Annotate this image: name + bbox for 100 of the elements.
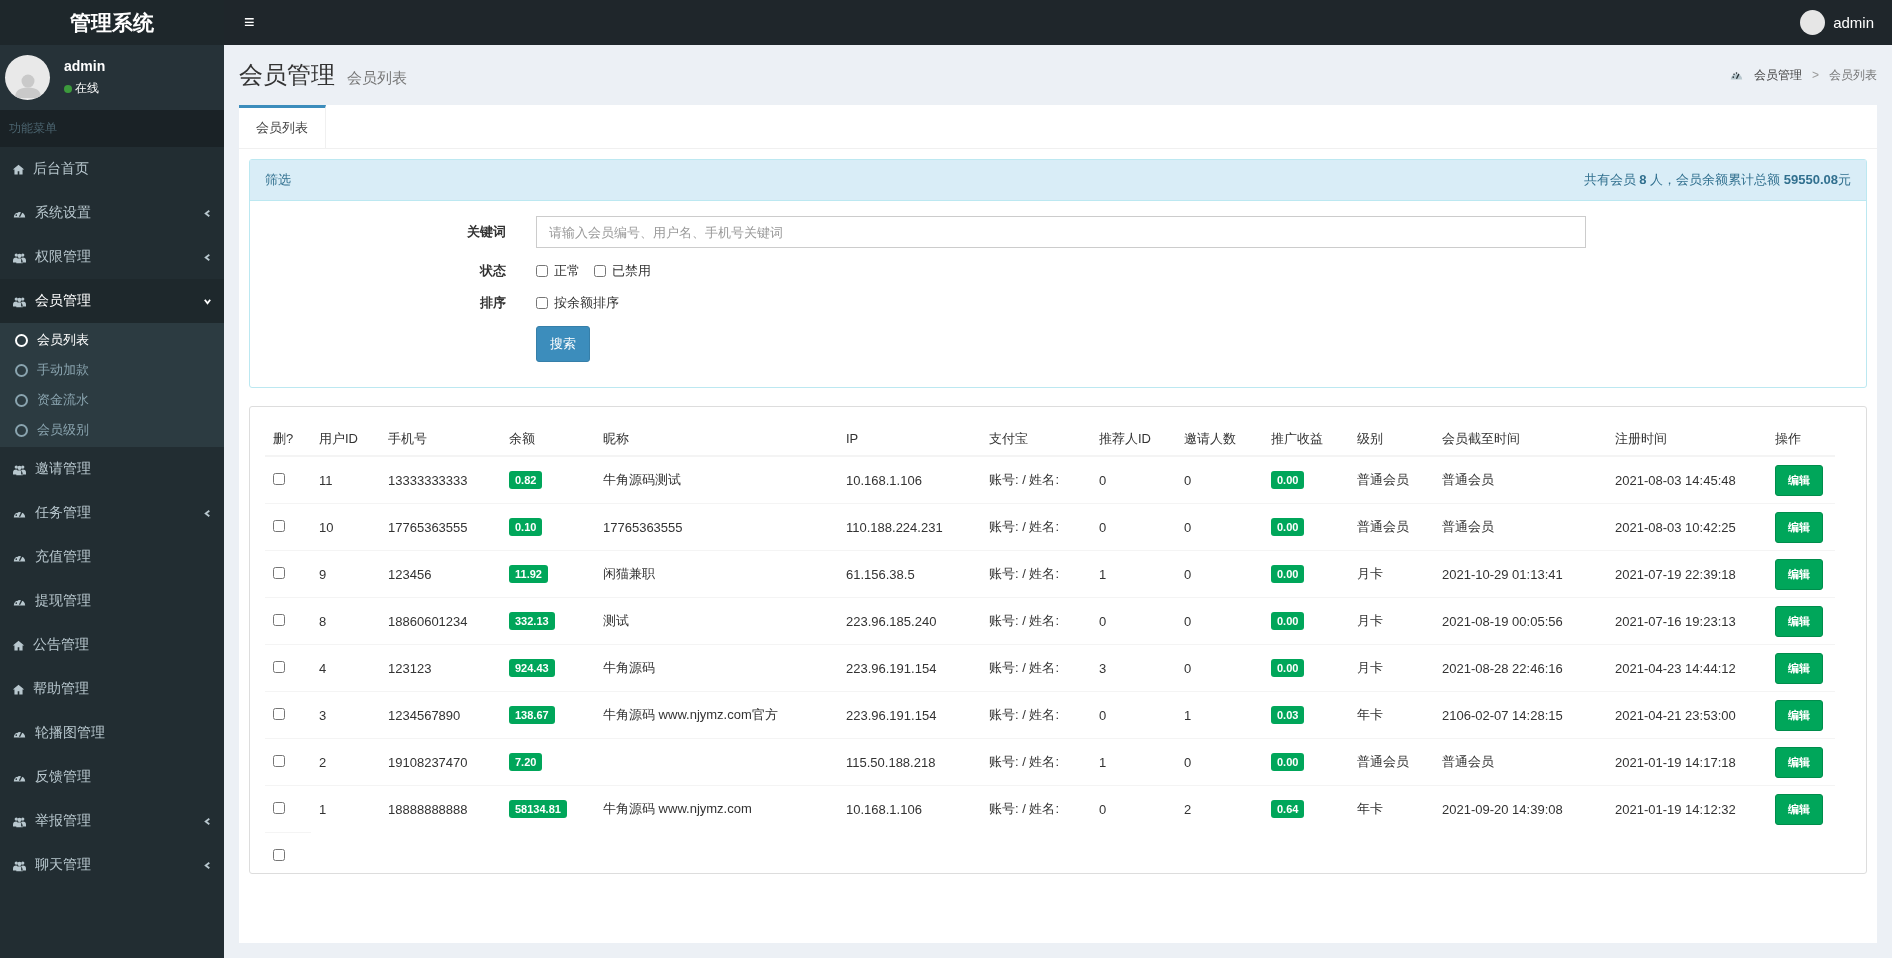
- column-header: 会员截至时间: [1442, 430, 1520, 446]
- user-id: 9: [319, 566, 327, 582]
- balance-badge: 138.67: [509, 706, 555, 724]
- avatar[interactable]: [1800, 10, 1826, 35]
- sidebar-item[interactable]: 充值管理: [0, 535, 224, 579]
- member-level: 月卡: [1357, 613, 1383, 628]
- checkbox-label: 按余额排序: [554, 294, 619, 312]
- user-status: 在线: [75, 80, 99, 97]
- user-name: admin: [64, 58, 106, 74]
- row-checkbox[interactable]: [273, 801, 285, 814]
- checkbox[interactable]: [536, 265, 548, 277]
- row-checkbox[interactable]: [273, 754, 285, 767]
- user-id: 3: [319, 707, 327, 723]
- referrer-id: 1: [1099, 754, 1107, 770]
- sidebar-item[interactable]: 提现管理: [0, 579, 224, 623]
- registration-time: 2021-07-19 22:39:18: [1615, 566, 1736, 582]
- balance-badge: 0.10: [509, 518, 543, 536]
- registration-time: 2021-04-21 23:53:00: [1615, 707, 1736, 723]
- sidebar-item[interactable]: 邀请管理: [0, 447, 224, 491]
- invite-count: 0: [1184, 472, 1192, 488]
- referrer-id: 3: [1099, 660, 1107, 676]
- avatar: [5, 55, 50, 100]
- nickname: 牛角源码测试: [603, 472, 681, 487]
- expiry-time: 2021-08-28 22:46:16: [1442, 660, 1563, 676]
- sidebar-item[interactable]: 轮播图管理: [0, 711, 224, 755]
- ip-address: 223.96.191.154: [846, 707, 937, 723]
- registration-time: 2021-01-19 14:12:32: [1615, 801, 1736, 817]
- referrer-id: 0: [1099, 613, 1107, 629]
- column-header: IP: [846, 431, 859, 446]
- referrer-id: 0: [1099, 519, 1107, 535]
- search-button[interactable]: 搜索: [536, 326, 590, 362]
- sidebar-subitem[interactable]: 会员级别: [0, 415, 224, 445]
- sidebar-item[interactable]: 后台首页: [0, 147, 224, 191]
- column-header: 推荐人ID: [1099, 430, 1151, 446]
- column-header: 余额: [509, 430, 535, 446]
- member-level: 年卡: [1357, 801, 1383, 817]
- sidebar-item[interactable]: 系统设置: [0, 191, 224, 235]
- sidebar-item[interactable]: 聊天管理: [0, 843, 224, 887]
- nickname: 牛角源码: [603, 660, 655, 675]
- sidebar-subitem[interactable]: 会员列表: [0, 325, 224, 355]
- invite-count: 0: [1184, 660, 1192, 676]
- row-checkbox[interactable]: [273, 519, 285, 532]
- checkbox[interactable]: [594, 265, 606, 277]
- checkbox-label: 已禁用: [612, 262, 651, 280]
- sidebar-item[interactable]: 反馈管理: [0, 755, 224, 799]
- row-checkbox[interactable]: [273, 613, 285, 626]
- phone-number: 17765363555: [388, 519, 468, 535]
- keyword-field[interactable]: 请输入会员编号、用户名、手机号关键词: [536, 216, 1586, 248]
- sidebar-item[interactable]: 帮助管理: [0, 667, 224, 711]
- menu-header: 功能菜单: [0, 110, 224, 147]
- nickname: 测试: [603, 613, 629, 628]
- ip-address: 10.168.1.106: [846, 801, 922, 817]
- phone-number: 123456: [388, 566, 432, 582]
- breadcrumb-link[interactable]: 会员列表: [1829, 66, 1877, 84]
- menu-toggle[interactable]: ≡: [238, 8, 261, 37]
- ip-address: 110.188.224.231: [846, 519, 943, 535]
- user-id: 1: [319, 801, 327, 817]
- balance-badge: 58134.81: [509, 800, 567, 819]
- phone-number: 123123: [388, 660, 432, 676]
- invite-count: 0: [1184, 754, 1192, 770]
- checkbox[interactable]: [536, 297, 548, 309]
- column-header: 推广收益: [1271, 430, 1323, 446]
- sidebar-item[interactable]: 会员管理: [0, 279, 224, 323]
- balance-badge: 332.13: [509, 612, 555, 630]
- member-level: 普通会员: [1357, 754, 1409, 769]
- page-subtitle: 会员列表: [347, 68, 407, 88]
- sort-label: 排序: [479, 294, 506, 312]
- sidebar-subitem[interactable]: 手动加款: [0, 355, 224, 385]
- row-checkbox[interactable]: [273, 707, 285, 720]
- online-dot: [64, 84, 72, 93]
- referrer-id: 0: [1099, 472, 1107, 488]
- row-checkbox[interactable]: [273, 566, 285, 579]
- sidebar-item[interactable]: 公告管理: [0, 623, 224, 667]
- sidebar-subitem[interactable]: 资金流水: [0, 385, 224, 415]
- earnings-badge: 0.00: [1271, 471, 1305, 489]
- earnings-badge: 0.00: [1271, 518, 1305, 536]
- sidebar-item[interactable]: 举报管理: [0, 799, 224, 843]
- earnings-badge: 0.00: [1271, 612, 1305, 630]
- ip-address: 223.96.185.240: [846, 613, 937, 629]
- tab[interactable]: 会员列表: [239, 105, 326, 148]
- phone-number: 19108237470: [388, 754, 468, 770]
- row-checkbox[interactable]: [273, 472, 285, 485]
- nickname: 牛角源码 www.njymz.com: [603, 801, 752, 817]
- sidebar-item[interactable]: 权限管理: [0, 235, 224, 279]
- row-checkbox[interactable]: [273, 660, 285, 673]
- user-name[interactable]: admin: [1833, 14, 1874, 31]
- alipay-account: 账号: / 姓名:: [989, 707, 1060, 722]
- expiry-time: 普通会员: [1442, 519, 1494, 534]
- sidebar-item[interactable]: 任务管理: [0, 491, 224, 535]
- column-header: 注册时间: [1615, 430, 1667, 446]
- breadcrumb-separator: >: [1812, 68, 1819, 82]
- page-title: 会员管理: [239, 60, 335, 90]
- earnings-badge: 0.03: [1271, 706, 1305, 724]
- column-header: 级别: [1357, 430, 1383, 446]
- select-all-checkbox[interactable]: [273, 848, 285, 861]
- column-header: 删?: [273, 430, 294, 446]
- earnings-badge: 0.00: [1271, 565, 1305, 583]
- invite-count: 1: [1184, 707, 1192, 723]
- filter-title: 筛选: [265, 171, 291, 189]
- breadcrumb-link[interactable]: 会员管理: [1754, 66, 1802, 84]
